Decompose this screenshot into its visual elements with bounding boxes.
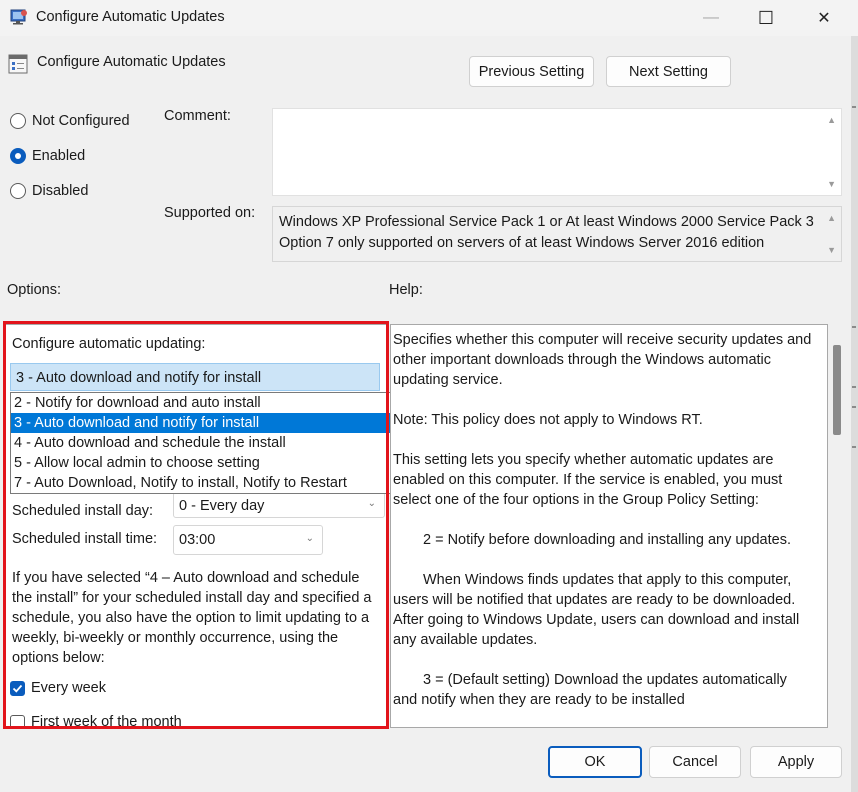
comment-label: Comment: xyxy=(164,108,231,124)
radio-indicator[interactable] xyxy=(10,183,26,199)
minimize-button[interactable]: — xyxy=(688,0,734,36)
options-heading: Options: xyxy=(7,282,61,298)
radio-indicator[interactable] xyxy=(10,113,26,129)
apply-button[interactable]: Apply xyxy=(750,746,842,778)
close-icon: ✕ xyxy=(817,10,831,27)
ok-button[interactable]: OK xyxy=(548,746,642,778)
previous-setting-button[interactable]: Previous Setting xyxy=(469,56,594,87)
radio-disabled[interactable]: Disabled xyxy=(10,183,88,199)
help-line: select one of the four options in the Gr… xyxy=(393,492,759,508)
radio-enabled[interactable]: Enabled xyxy=(10,148,85,164)
scroll-up-icon[interactable]: ▲ xyxy=(827,115,836,125)
help-panel: Specifies whether this computer will rec… xyxy=(390,324,828,728)
help-line: When Windows finds updates that apply to… xyxy=(423,572,792,588)
help-line: Note: This policy does not apply to Wind… xyxy=(393,412,703,428)
help-line: 2 = Notify before downloading and instal… xyxy=(423,532,791,548)
help-line: and notify when they are ready to be ins… xyxy=(393,692,685,708)
help-line: After going to Windows Update, users can… xyxy=(393,612,800,628)
help-scrollbar[interactable] xyxy=(829,325,845,727)
maximize-button[interactable]: ☐ xyxy=(743,0,789,36)
scroll-up-icon[interactable]: ▲ xyxy=(827,213,836,223)
highlight-annotation xyxy=(3,321,389,729)
cancel-button[interactable]: Cancel xyxy=(649,746,741,778)
help-line: any available updates. xyxy=(393,632,538,648)
radio-indicator[interactable] xyxy=(10,148,26,164)
minimize-icon: — xyxy=(703,9,719,26)
policy-app-icon xyxy=(10,9,27,25)
scroll-down-icon[interactable]: ▼ xyxy=(827,179,836,189)
supported-line: Windows XP Professional Service Pack 1 o… xyxy=(279,214,814,230)
scrollbar-thumb[interactable] xyxy=(833,345,841,435)
next-setting-button[interactable]: Next Setting xyxy=(606,56,731,87)
policy-setting-icon xyxy=(8,54,28,74)
radio-label: Enabled xyxy=(32,148,86,164)
close-button[interactable]: ✕ xyxy=(801,0,847,36)
maximize-icon: ☐ xyxy=(757,7,775,28)
help-heading: Help: xyxy=(389,282,423,298)
help-line: enabled on this computer. If the service… xyxy=(393,472,783,488)
scroll-down-icon[interactable]: ▼ xyxy=(827,245,836,255)
radio-not-configured[interactable]: Not Configured xyxy=(10,113,130,129)
help-line: Specifies whether this computer will rec… xyxy=(393,332,812,348)
window-title: Configure Automatic Updates xyxy=(36,9,225,25)
supported-line: Option 7 only supported on servers of at… xyxy=(279,235,765,251)
comment-field[interactable]: ▲ ▼ xyxy=(272,108,842,196)
radio-label: Disabled xyxy=(32,183,89,199)
radio-label: Not Configured xyxy=(32,113,130,129)
background-window-edge xyxy=(851,36,858,792)
supported-on-field: Windows XP Professional Service Pack 1 o… xyxy=(272,206,842,262)
policy-title: Configure Automatic Updates xyxy=(37,54,226,70)
supported-on-label: Supported on: xyxy=(164,205,256,221)
help-line: other important downloads through the Wi… xyxy=(393,352,772,368)
help-line: users will be notified that updates are … xyxy=(393,592,796,608)
help-line: updating service. xyxy=(393,372,503,388)
help-line: 3 = (Default setting) Download the updat… xyxy=(423,672,787,688)
help-line: This setting lets you specify whether au… xyxy=(393,452,774,468)
